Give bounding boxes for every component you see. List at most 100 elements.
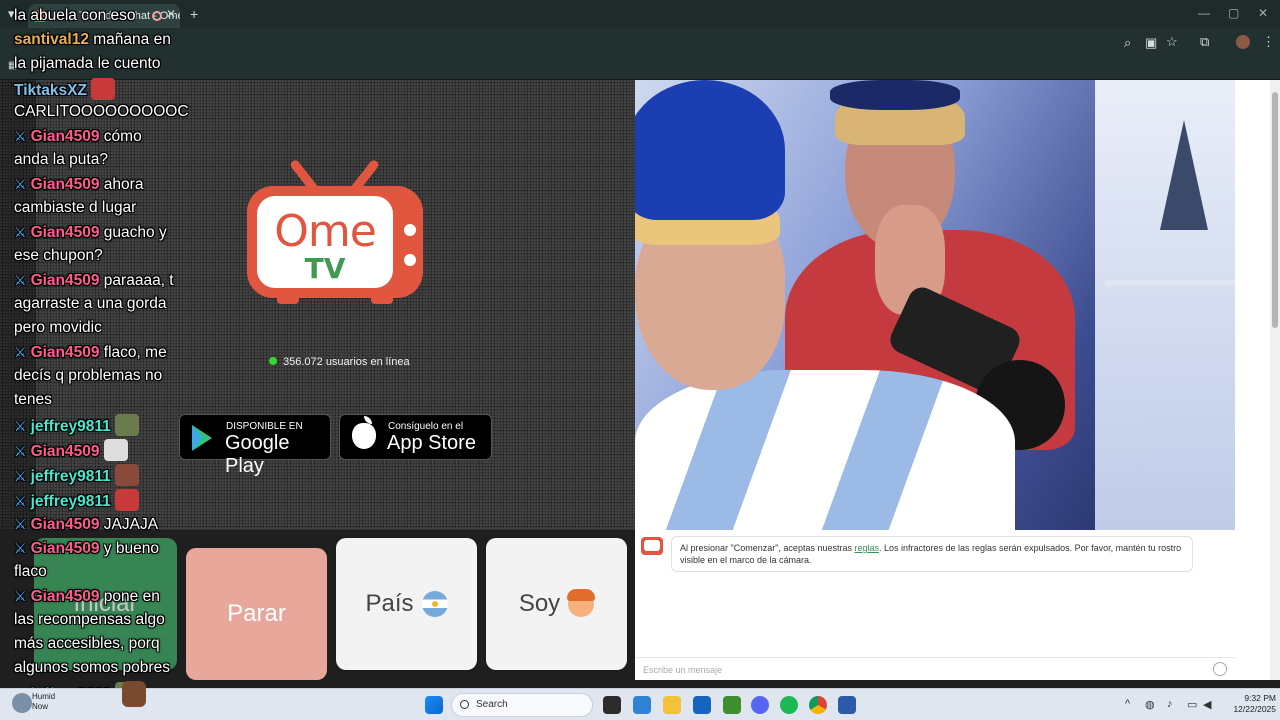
apple-icon (352, 416, 376, 449)
display-icon[interactable]: ▭ (1187, 698, 1197, 711)
overlay-chat-line: algunos somos pobres (14, 658, 170, 678)
overlay-chat-line: ⚔ Gian4509 cómo (14, 126, 142, 147)
zoom-icon[interactable]: ⌕ (1124, 35, 1131, 51)
weather-icon[interactable] (12, 693, 32, 713)
chat-panel: Al presionar "Comenzar", aceptas nuestra… (635, 530, 1235, 680)
overlay-chat-line: ⚔ Gian4509 guacho y (14, 222, 167, 243)
app-store-button[interactable]: Consíguelo en el App Store (339, 414, 492, 460)
emoji-icon[interactable] (1213, 662, 1227, 676)
emote-sticker-icon (114, 489, 139, 511)
overlay-message-text: flaco, me (99, 344, 167, 361)
sword-badge-icon: ⚔ (14, 224, 27, 240)
overlay-chat-line: ⚔ Gian4509 JAJAJA (14, 514, 158, 535)
scrollbar-thumb[interactable] (1272, 92, 1278, 328)
overlay-chat-line: flaco (14, 562, 47, 582)
overlay-message-text: pero movidic (14, 319, 102, 336)
overlay-message-text: ese chupon? (14, 247, 103, 264)
overlay-chat-line: ⚔ Gian4509 (14, 439, 128, 462)
logo-tv-text: TV (304, 252, 346, 285)
overlay-message-text: la pijamada le cuento (14, 55, 161, 72)
overlay-message-text: mañana en (88, 31, 171, 48)
overlay-chat-line: la abuela con eso (14, 6, 136, 26)
person-back-cap (830, 80, 960, 110)
menu-icon[interactable]: ⋮ (1262, 34, 1275, 50)
windows-taskbar: Humid Now Search ^ ◍ ♪ ▭ ◀ 9:32 PM 12/22… (0, 681, 1280, 720)
overlay-chat-line: CARLITOOOOOOOOOC (14, 102, 189, 122)
overlay-chat-line: agarraste a una gorda (14, 294, 167, 314)
search-label: Search (476, 699, 508, 710)
overlay-chat-line: ⚔ Gian4509 pone en (14, 586, 160, 607)
close-window-button[interactable]: ✕ (1258, 6, 1268, 20)
page-scrollbar[interactable] (1270, 80, 1280, 680)
overlay-chat-line: anda la puta? (14, 150, 108, 170)
profile-avatar[interactable] (1236, 35, 1250, 49)
overlay-chat-line: ⚔jeffrey9811 (14, 489, 139, 512)
network-icon[interactable]: ◍ (1145, 698, 1155, 711)
app-icon[interactable] (838, 696, 856, 714)
chrome-icon[interactable] (809, 696, 827, 714)
logo-leg-left (277, 294, 299, 304)
system-clock[interactable]: 9:32 PM 12/22/2025 (1220, 693, 1276, 715)
spotify-icon[interactable] (780, 696, 798, 714)
weather-widget[interactable]: Humid Now (32, 692, 55, 712)
overlay-chat-line: pero movidic (14, 318, 102, 338)
overlay-chat-line: las recompensas algo (14, 610, 165, 630)
minecraft-icon[interactable] (723, 696, 741, 714)
emote-sticker-icon (114, 464, 139, 486)
overlay-chat-line: ⚔jeffrey9811 (14, 414, 139, 437)
ometv-logo: Ome TV (247, 158, 423, 304)
photos-icon[interactable] (633, 696, 651, 714)
sword-badge-icon: ⚔ (14, 272, 27, 288)
browser-tab-bar: ▾ Ome TV Video Chat - Omegle ✕ + — ▢ ✕ (0, 0, 1280, 28)
page-margin (1235, 80, 1270, 680)
logo-knob-top (404, 224, 416, 236)
minimize-button[interactable]: — (1198, 6, 1210, 20)
overlay-message-text: y bueno (99, 540, 159, 557)
overlay-chat-line: decís q problemas no (14, 366, 162, 386)
overlay-chat-line: cambiaste d lugar (14, 198, 136, 218)
overlay-message-text: JAJAJA (99, 516, 159, 533)
microphone-tray-icon[interactable]: ♪ (1167, 698, 1173, 710)
bookmark-star-icon[interactable]: ☆ (1166, 34, 1178, 50)
maximize-button[interactable]: ▢ (1228, 6, 1239, 20)
logo-ome-text: Ome (274, 206, 377, 257)
stop-button[interactable]: Parar (186, 548, 327, 680)
logo-leg-right (371, 294, 393, 304)
person-front-cap (635, 80, 785, 220)
overlay-username: Gian4509 (30, 344, 100, 361)
overlay-username: Gian4509 (30, 224, 100, 241)
overlay-chat-line: ese chupon? (14, 246, 103, 266)
overlay-message-text: pone en (99, 588, 160, 605)
address-bar[interactable]: ⌕ ▣ ☆ ⧉ ⋮ (0, 28, 1280, 56)
stop-label: Parar (227, 600, 286, 627)
overlay-message-text: cambiaste d lugar (14, 199, 137, 216)
discord-icon[interactable] (751, 696, 769, 714)
overlay-username: jeffrey9811 (30, 418, 111, 435)
cast-icon[interactable]: ▣ (1145, 35, 1157, 51)
overlay-username: Gian4509 (30, 272, 100, 289)
cam-christmas-tree (1160, 120, 1208, 230)
message-input[interactable]: Escribe un mensaje (635, 657, 1235, 680)
tray-chevron-icon[interactable]: ^ (1125, 698, 1130, 710)
store-icon[interactable] (693, 696, 711, 714)
extensions-icon[interactable]: ⧉ (1200, 34, 1209, 50)
rules-link[interactable]: reglas (854, 543, 879, 553)
country-filter-button[interactable]: País (336, 538, 477, 670)
google-play-button[interactable]: DISPONIBLE EN Google Play (179, 414, 331, 477)
sword-badge-icon: ⚔ (14, 344, 27, 360)
overlay-username: Gian4509 (30, 516, 100, 533)
task-view-icon[interactable] (603, 696, 621, 714)
gender-select-button[interactable]: Soy (486, 538, 627, 670)
overlay-message-text: CARLITOOOOOOOOOC (14, 103, 189, 120)
bookmarks-bar: ▦ (0, 56, 1280, 80)
taskbar-search[interactable]: Search (451, 693, 593, 717)
local-webcam-video (635, 80, 1235, 530)
message-placeholder: Escribe un mensaje (643, 665, 723, 675)
windows-start-icon[interactable] (425, 696, 443, 714)
file-explorer-icon[interactable] (663, 696, 681, 714)
tab-close-button[interactable]: ✕ (166, 7, 176, 21)
new-tab-button[interactable]: + (190, 6, 198, 22)
google-play-icon-inner (192, 425, 202, 451)
overlay-message-text: algunos somos pobres (14, 659, 170, 676)
volume-icon[interactable]: ◀ (1203, 698, 1211, 711)
